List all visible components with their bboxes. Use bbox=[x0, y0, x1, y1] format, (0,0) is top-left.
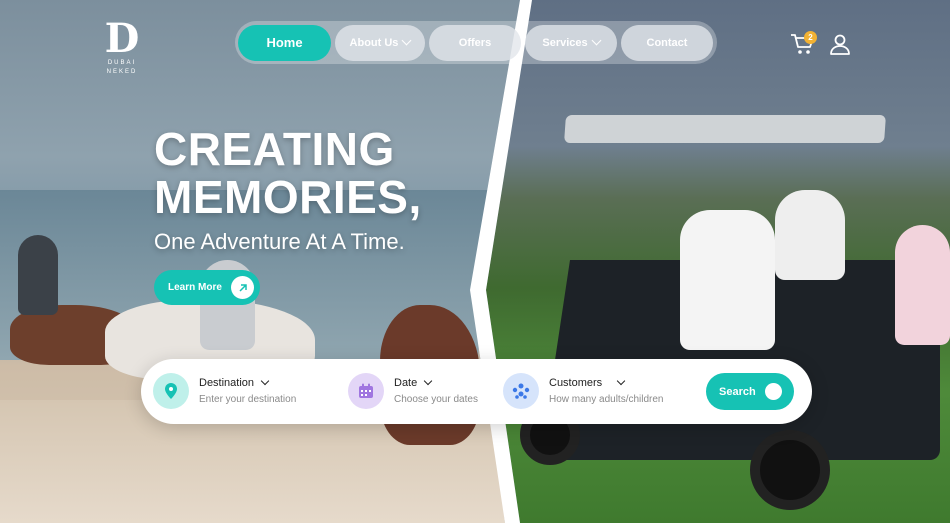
date-label: Date bbox=[394, 377, 418, 389]
nav-home-label: Home bbox=[266, 35, 303, 50]
date-field[interactable]: Date Choose your dates bbox=[348, 373, 478, 409]
cart-wheel bbox=[750, 430, 830, 510]
nav-services[interactable]: Services bbox=[525, 24, 617, 61]
date-placeholder: Choose your dates bbox=[394, 394, 478, 405]
logo-mark: D bbox=[104, 15, 140, 62]
customers-field[interactable]: Customers How many adults/children bbox=[503, 373, 664, 409]
main-nav: Home About Us Offers Services Contact bbox=[235, 21, 717, 64]
people-icon bbox=[503, 373, 539, 409]
destination-field[interactable]: Destination Enter your destination bbox=[153, 373, 296, 409]
nav-contact-label: Contact bbox=[646, 36, 688, 49]
hero-title: CREATING MEMORIES, bbox=[154, 125, 422, 221]
search-dot-icon bbox=[765, 383, 782, 400]
destination-placeholder: Enter your destination bbox=[199, 394, 297, 405]
rider-1 bbox=[18, 235, 58, 315]
user-icon[interactable] bbox=[829, 33, 851, 55]
nav-about-us[interactable]: About Us bbox=[335, 24, 425, 61]
chevron-down-icon bbox=[401, 35, 412, 46]
hero-title-line1: CREATING bbox=[154, 123, 395, 175]
chevron-down-icon bbox=[616, 376, 626, 386]
learn-more-label: Learn More bbox=[168, 282, 222, 293]
location-pin-icon bbox=[153, 373, 189, 409]
cart-count-badge: 2 bbox=[804, 31, 817, 44]
chevron-down-icon bbox=[260, 376, 270, 386]
nav-services-label: Services bbox=[542, 36, 588, 49]
nav-home[interactable]: Home bbox=[238, 24, 331, 61]
learn-more-button[interactable]: Learn More bbox=[154, 270, 260, 305]
nav-offers-label: Offers bbox=[458, 36, 492, 49]
hero-background bbox=[0, 0, 950, 523]
calendar-icon bbox=[348, 373, 384, 409]
hero-subtitle: One Adventure At A Time. bbox=[154, 229, 405, 254]
child bbox=[895, 225, 950, 345]
driver bbox=[680, 210, 775, 350]
nav-offers[interactable]: Offers bbox=[429, 24, 521, 61]
logo-text-top: DUBAI bbox=[107, 60, 137, 66]
search-bar: Destination Enter your destination Date … bbox=[141, 359, 812, 424]
brand-logo[interactable]: D DUBAI NEKED bbox=[104, 15, 140, 76]
hero-title-line2: MEMORIES, bbox=[154, 171, 422, 223]
customers-placeholder: How many adults/children bbox=[549, 394, 664, 405]
cart-roof bbox=[564, 115, 886, 143]
customers-label: Customers bbox=[549, 377, 603, 389]
chevron-down-icon bbox=[591, 35, 602, 46]
chevron-down-icon bbox=[424, 376, 433, 386]
logo-text-bottom: NEKED bbox=[106, 69, 138, 75]
destination-label: Destination bbox=[199, 377, 255, 389]
search-button[interactable]: Search bbox=[706, 373, 794, 410]
passenger bbox=[775, 190, 845, 280]
arrow-up-right-icon bbox=[231, 276, 254, 299]
nav-contact[interactable]: Contact bbox=[621, 24, 713, 61]
search-button-label: Search bbox=[719, 385, 756, 398]
nav-about-us-label: About Us bbox=[349, 36, 399, 49]
